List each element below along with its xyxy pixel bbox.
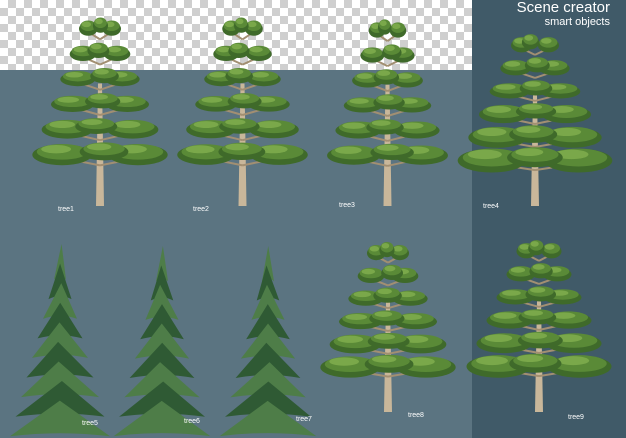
tree-item-4[interactable]: tree4 [455,28,615,220]
tree-item-9[interactable]: tree9 [464,234,614,426]
fir-icon [113,246,211,437]
tree-item-7[interactable]: tree7 [219,244,317,437]
tree-label: tree5 [82,420,98,427]
pine-icon [320,241,456,412]
fir-icon [10,244,110,437]
tree-label: tree1 [58,206,74,213]
tree-label: tree9 [568,414,584,421]
header-subtitle: smart objects [544,16,610,28]
pine-icon [466,240,612,412]
tree-label: tree8 [408,412,424,419]
tree-item-1[interactable]: tree1 [30,10,170,220]
header-title: Scene creator [516,0,610,16]
pine-icon [327,19,448,206]
fir-icon [219,246,317,437]
tree-item-2[interactable]: tree2 [175,10,310,220]
tree-label: tree3 [339,202,355,209]
tree-item-3[interactable]: tree3 [325,12,450,220]
tree-label: tree6 [184,418,200,425]
tree-item-5[interactable]: tree5 [10,242,110,437]
tree-item-8[interactable]: tree8 [318,236,458,426]
tree-label: tree4 [483,203,499,210]
tree-label: tree7 [296,416,312,423]
pine-icon [177,17,308,206]
tree-item-6[interactable]: tree6 [113,244,211,437]
pine-icon [32,17,168,206]
pine-icon [457,34,613,206]
tree-label: tree2 [193,206,209,213]
